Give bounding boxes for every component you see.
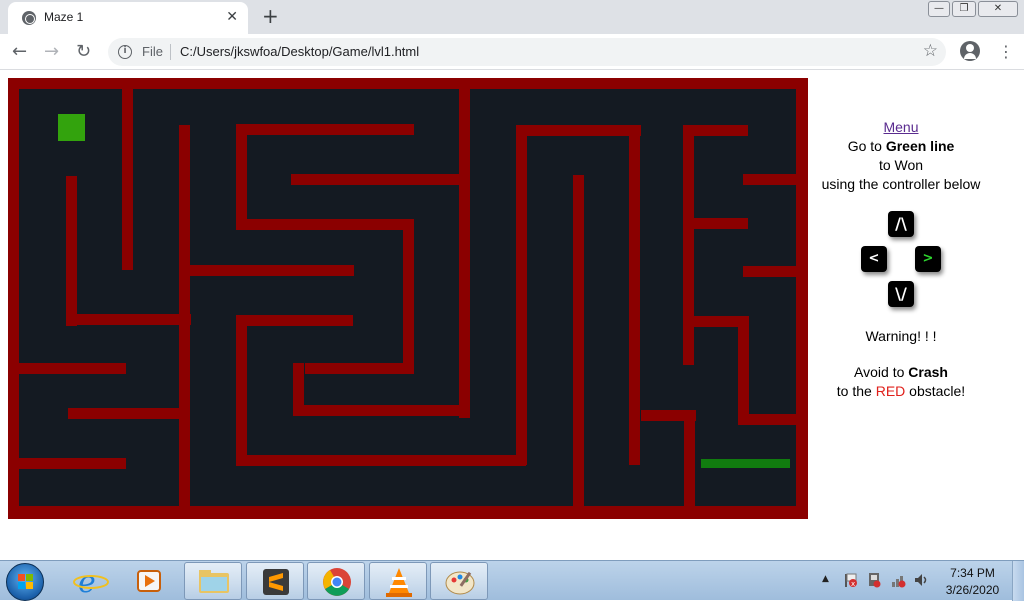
maze-wall	[738, 414, 798, 425]
maze-wall	[796, 78, 808, 519]
system-clock[interactable]: 7:34 PM 3/26/2020	[935, 565, 1010, 599]
obstacle-suffix: obstacle!	[905, 383, 966, 399]
right-button[interactable]: >	[915, 246, 941, 272]
maze-wall	[684, 410, 695, 507]
maze-wall	[18, 458, 126, 469]
divider	[170, 44, 171, 60]
maze-wall	[236, 124, 247, 229]
kebab-menu-icon[interactable]: ⋮	[998, 42, 1014, 61]
maze-wall	[66, 314, 191, 325]
maze-wall	[516, 125, 527, 465]
forward-arrow-icon[interactable]: →	[44, 41, 59, 62]
profile-avatar-icon[interactable]	[960, 41, 980, 61]
file-explorer-icon[interactable]	[184, 562, 242, 600]
obstacle-red: RED	[875, 383, 906, 399]
maze-wall	[293, 405, 469, 416]
tab-close-button[interactable]: ✕	[226, 9, 238, 25]
maze-wall	[236, 219, 414, 230]
maze-wall	[743, 266, 798, 277]
crash-warning: Avoid to Crash to the RED obstacle!	[808, 363, 994, 401]
star-icon[interactable]: ☆	[923, 41, 938, 61]
instruction-panel: Menu Go to Green line to Won using the c…	[808, 118, 994, 194]
taskbar: e ▲ x 7:34 PM 3/26/2020	[0, 560, 1024, 601]
close-window-button[interactable]: ✕	[978, 1, 1018, 17]
maze-wall	[122, 88, 133, 270]
paint-icon[interactable]	[430, 562, 488, 600]
url-text[interactable]: C:/Users/jkswfoa/Desktop/Game/lvl1.html	[180, 44, 419, 59]
svg-text:e: e	[78, 565, 96, 600]
tab-strip: Maze 1 ✕ + — ❐ ✕	[0, 0, 1024, 34]
start-button[interactable]	[6, 563, 44, 601]
goal-instruction-line2: to Won	[878, 157, 924, 173]
scheme-label: File	[142, 44, 163, 59]
tab-maze[interactable]: Maze 1 ✕	[8, 2, 248, 34]
chrome-icon[interactable]	[307, 562, 365, 600]
maze-wall	[738, 316, 749, 414]
player-square	[58, 114, 85, 141]
goal-instruction-line3: using the controller below	[821, 176, 981, 192]
maze-wall	[403, 219, 414, 374]
maze-wall	[236, 315, 353, 326]
maze-wall	[516, 125, 641, 136]
maze-wall	[291, 174, 469, 185]
address-bar[interactable]: i File C:/Users/jkswfoa/Desktop/Game/lvl…	[108, 38, 946, 66]
maze-wall	[179, 125, 190, 507]
maze-wall	[8, 78, 19, 519]
goal-instruction-prefix: Go to	[847, 138, 886, 154]
maze-wall	[18, 363, 126, 374]
globe-icon	[22, 11, 36, 25]
internet-explorer-icon[interactable]: e	[62, 562, 120, 600]
obstacle-prefix: to the	[836, 383, 876, 399]
new-tab-button[interactable]: +	[262, 4, 279, 28]
maze-wall	[8, 506, 808, 519]
sublime-text-icon[interactable]	[246, 562, 304, 600]
vlc-icon[interactable]	[369, 562, 427, 600]
goal-instruction-bold: Green line	[885, 138, 955, 154]
goal-green-line	[701, 459, 790, 468]
avoid-prefix: Avoid to	[854, 364, 909, 380]
maze-wall	[236, 315, 247, 465]
clock-date: 3/26/2020	[945, 583, 1000, 597]
maze-wall	[629, 125, 640, 465]
volume-icon[interactable]	[913, 572, 929, 588]
maze-wall	[573, 175, 584, 507]
up-button[interactable]: /\	[888, 211, 914, 237]
maze-wall	[190, 265, 354, 276]
network-icon[interactable]	[890, 572, 906, 588]
left-button[interactable]: <	[861, 246, 887, 272]
action-center-flag-icon[interactable]: x	[842, 572, 858, 588]
maze-wall	[694, 218, 748, 229]
down-button[interactable]: \/	[888, 281, 914, 307]
menu-link[interactable]: Menu	[883, 119, 918, 135]
show-hidden-icons[interactable]: ▲	[822, 574, 829, 584]
show-desktop-button[interactable]	[1012, 561, 1024, 601]
tab-title: Maze 1	[44, 10, 84, 24]
avoid-bold: Crash	[908, 364, 948, 380]
minimize-button[interactable]: —	[928, 1, 950, 17]
windows-logo-icon	[18, 574, 34, 590]
maze-wall	[683, 125, 694, 365]
clock-time: 7:34 PM	[950, 566, 995, 580]
info-icon[interactable]: i	[118, 45, 132, 59]
device-icon[interactable]	[866, 572, 882, 588]
maze-wall	[743, 174, 798, 185]
maze-wall	[68, 408, 188, 419]
browser-toolbar: ← → ↻ i File C:/Users/jkswfoa/Desktop/Ga…	[0, 34, 1024, 70]
reload-icon[interactable]: ↻	[76, 41, 91, 62]
maze-wall	[236, 455, 526, 466]
maze-board	[8, 78, 808, 519]
warning-text: Warning! ! !	[865, 328, 937, 344]
svg-text:x: x	[851, 580, 855, 588]
media-player-icon[interactable]	[122, 562, 180, 600]
maze-wall	[66, 176, 77, 326]
maze-wall	[236, 124, 414, 135]
maze-wall	[8, 78, 808, 89]
maximize-button[interactable]: ❐	[952, 1, 976, 17]
maze-wall	[459, 88, 470, 418]
back-arrow-icon[interactable]: ←	[12, 41, 27, 62]
maze-wall	[305, 363, 414, 374]
